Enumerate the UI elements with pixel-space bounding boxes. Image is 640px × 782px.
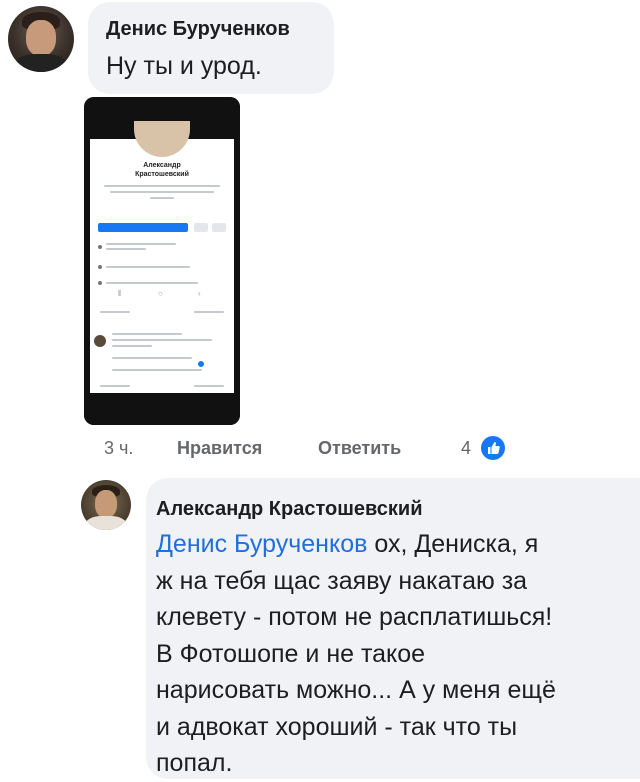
more-button: [212, 223, 226, 232]
phone-status-bar: [84, 97, 240, 107]
comment-line-text: ох, Дениска, я: [367, 530, 539, 558]
comment-line: В Фотошопе и не такое: [156, 639, 426, 668]
profile-picture: [134, 121, 190, 157]
reply-button[interactable]: Ответить: [318, 438, 401, 459]
mini-avatar: [94, 335, 106, 347]
messenger-button: [194, 223, 208, 232]
divider-line: [194, 385, 224, 387]
avatar-face: [95, 490, 117, 518]
comment-line: ж на тебя щас заяву накатаю за: [156, 566, 528, 595]
info-icon: [98, 265, 102, 269]
bio-line: [150, 197, 174, 199]
comment-line: нарисовать можно... А у меня ещё: [156, 676, 556, 704]
divider-line: [100, 311, 130, 313]
comment-line: попал.: [156, 749, 233, 777]
comment-text-2: Денис Бурученков ох, Дениска, я ж на теб…: [156, 526, 626, 782]
comment-line: клевету - потом не расплатишься!: [156, 603, 553, 631]
avatar-denis[interactable]: [8, 6, 74, 72]
profile-name-text: Александр Крастошевский: [135, 162, 189, 178]
add-friend-button: [98, 223, 188, 232]
phone-nav-bar: [84, 393, 240, 425]
mini-comment-line: [112, 333, 182, 335]
info-line: [106, 282, 198, 284]
comment-bubble-2: Александр Крастошевский Денис Бурученков…: [146, 478, 640, 779]
info-icon: [98, 245, 102, 249]
info-line: [106, 248, 146, 250]
comment-bubble-1: Денис Бурученков Ну ты и урод.: [88, 2, 334, 94]
mini-like-icon: [198, 361, 204, 367]
attached-screenshot-image[interactable]: Александр Крастошевский ⦀ ○ ‹: [84, 97, 240, 425]
thumbs-up-glyph: [488, 442, 500, 454]
nav-recent-icon: ⦀: [118, 289, 122, 298]
nav-back-icon: ‹: [198, 289, 201, 298]
like-button[interactable]: Нравится: [177, 438, 262, 459]
avatar-shirt: [85, 516, 127, 530]
nav-home-icon: ○: [158, 289, 163, 298]
mention-link[interactable]: Денис Бурученков: [156, 530, 367, 558]
mini-comment-line: [112, 345, 152, 347]
profile-name: Александр Крастошевский: [90, 161, 234, 179]
info-icon: [98, 281, 102, 285]
reaction-count[interactable]: 4: [461, 438, 471, 459]
phone-screen: Александр Крастошевский ⦀ ○ ‹: [90, 121, 234, 393]
comment-text-1: Ну ты и урод.: [106, 52, 262, 80]
bio-line: [110, 191, 214, 193]
mini-actions-line: [112, 357, 192, 359]
comment-line: и адвокат хороший - так что ты: [156, 712, 518, 741]
info-line: [106, 243, 176, 245]
bio-line: [104, 185, 220, 187]
divider-line: [194, 311, 224, 313]
avatar-shirt: [14, 54, 68, 72]
divider-line: [100, 385, 130, 387]
comment-actions: 3 ч. Нравится Ответить 4: [0, 436, 640, 466]
comment-author-1[interactable]: Денис Бурученков: [106, 18, 290, 41]
comment-author-2[interactable]: Александр Крастошевский: [156, 498, 423, 521]
thumbs-up-icon[interactable]: [481, 436, 505, 460]
comment-timestamp[interactable]: 3 ч.: [104, 438, 133, 459]
avatar-face: [26, 20, 56, 56]
info-line: [106, 266, 190, 268]
comment-line: Денис Бурученков ох, Дениска, я: [156, 526, 626, 563]
avatar-alexandr[interactable]: [81, 480, 131, 530]
mini-replies-line: [112, 369, 202, 371]
mini-comment-line: [112, 339, 212, 341]
